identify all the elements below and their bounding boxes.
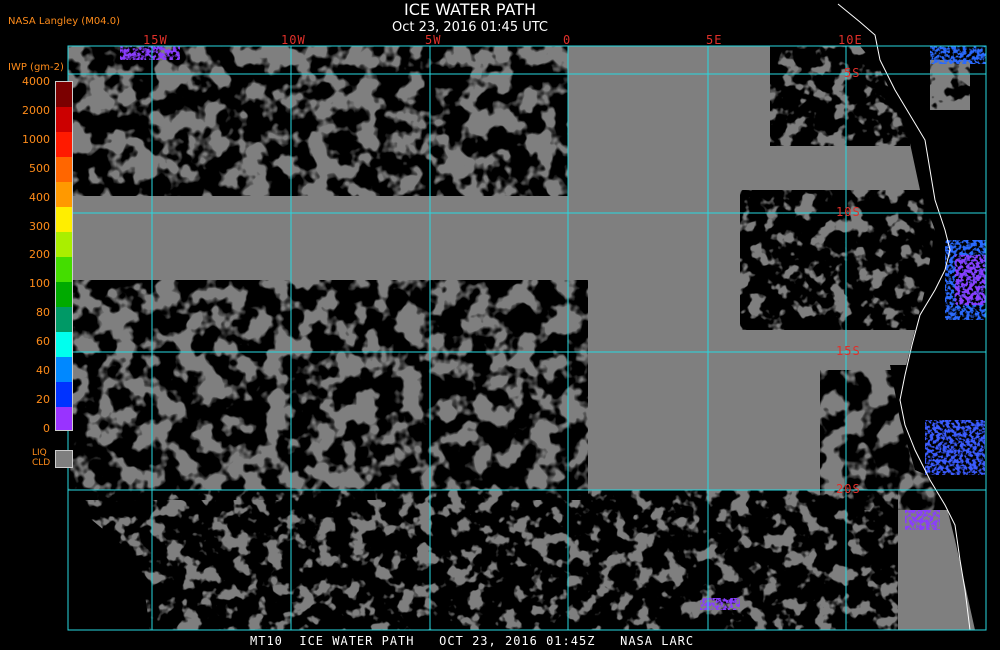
- colorbar-swatch: [56, 307, 72, 332]
- colorbar-tick-label: 1000: [22, 132, 50, 146]
- lat-label-15s: 15S: [836, 344, 861, 358]
- lon-label-5e: 5E: [706, 33, 723, 47]
- colorbar-swatch: [56, 157, 72, 182]
- colorbar-tick-label: 300: [29, 219, 50, 233]
- colorbar-swatch: [56, 232, 72, 257]
- colorbar-swatch: [56, 82, 72, 107]
- liquid-cloud-label-line1: LIQ: [32, 448, 47, 458]
- liquid-cloud-swatch: [55, 450, 73, 468]
- colorbar-swatch: [56, 332, 72, 357]
- colorbar-tick-label: 20: [36, 392, 50, 406]
- colorbar-swatch: [56, 382, 72, 407]
- colorbar-swatch: [56, 182, 72, 207]
- footer-caption: MT10 ICE WATER PATH OCT 23, 2016 01:45Z …: [250, 634, 695, 648]
- lon-label-15w: 15W: [143, 33, 168, 47]
- lon-label-0: 0: [563, 33, 572, 47]
- colorbar-tick-label: 4000: [22, 75, 50, 88]
- lon-label-10e: 10E: [838, 33, 863, 47]
- colorbar-swatch: [56, 107, 72, 132]
- colorbar-tick-label: 80: [36, 306, 50, 320]
- colorbar-tick-label: 400: [29, 190, 50, 204]
- map-title: ICE WATER PATH: [404, 0, 536, 19]
- satellite-map: [67, 3, 987, 631]
- organization-label: NASA Langley (M04.0): [8, 16, 120, 27]
- colorbar-swatch: [56, 282, 72, 307]
- colorbar-tick-label: 60: [36, 335, 50, 349]
- colorbar-tick-label: 0: [43, 421, 50, 435]
- lat-label-20s: 20S: [836, 482, 861, 496]
- lon-label-5w: 5W: [425, 33, 442, 47]
- colorbar-tick-label: 2000: [22, 103, 50, 117]
- colorbar-swatch: [56, 407, 72, 430]
- lat-label-5s: 5S: [844, 66, 861, 80]
- colorbar-swatch: [56, 207, 72, 232]
- colorbar-tick-label: 200: [29, 248, 50, 262]
- lat-label-10s: 10S: [836, 205, 861, 219]
- liquid-cloud-label-line2: CLD: [32, 458, 51, 468]
- legend-units: IWP (gm-2): [8, 62, 64, 73]
- colorbar-swatch: [56, 257, 72, 282]
- colorbar: [55, 81, 73, 431]
- colorbar-tick-label: 100: [29, 277, 50, 291]
- liquid-cloud-label: LIQ CLD: [32, 448, 50, 468]
- map-timestamp: Oct 23, 2016 01:45 UTC: [392, 20, 548, 35]
- colorbar-tick-label: 40: [36, 364, 50, 377]
- lon-label-10w: 10W: [281, 33, 306, 47]
- colorbar-swatch: [56, 132, 72, 157]
- colorbar-tick-label: 500: [29, 161, 50, 175]
- colorbar-swatch: [56, 357, 72, 382]
